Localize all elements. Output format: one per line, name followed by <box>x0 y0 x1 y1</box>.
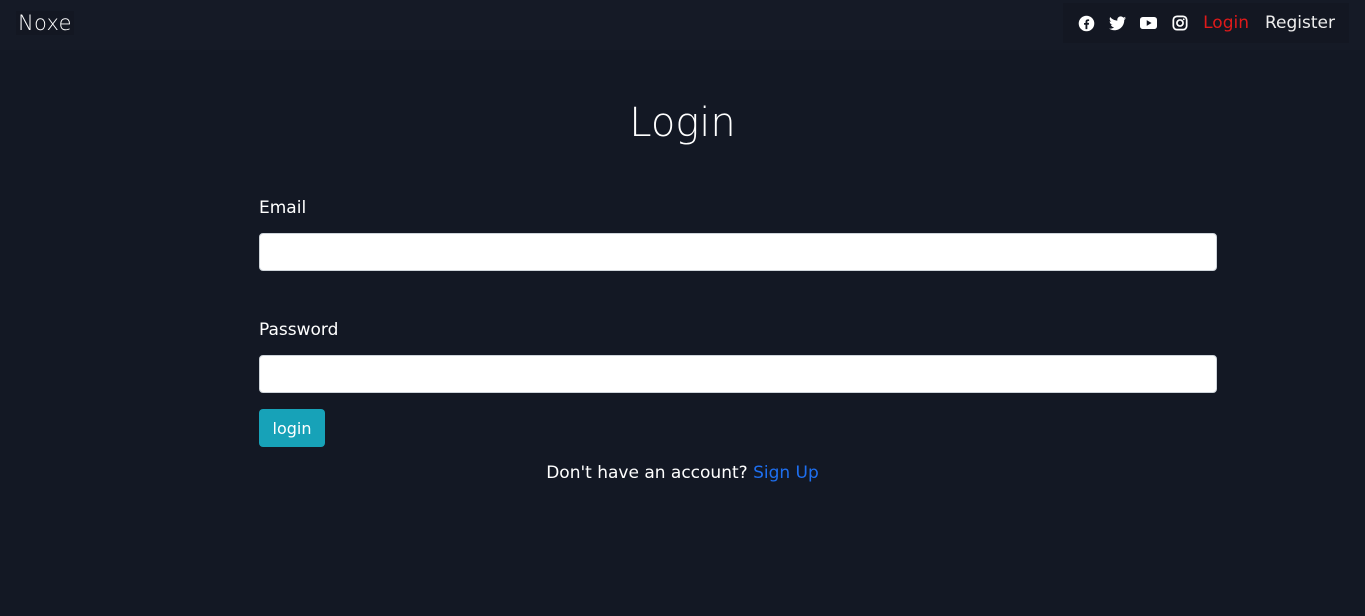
password-field[interactable] <box>259 355 1217 393</box>
instagram-icon[interactable] <box>1171 15 1188 32</box>
nav-login-link[interactable]: Login <box>1203 13 1249 33</box>
password-label: Password <box>259 320 339 340</box>
twitter-icon[interactable] <box>1109 15 1127 32</box>
youtube-icon[interactable] <box>1140 15 1158 32</box>
nav-register-link[interactable]: Register <box>1265 13 1335 33</box>
signup-prompt-text: Don't have an account? <box>546 463 748 483</box>
sign-up-link[interactable]: Sign Up <box>753 463 819 483</box>
login-button[interactable]: login <box>259 409 325 447</box>
navbar: Noxe Login Register <box>0 0 1365 50</box>
nav-right-group: Login Register <box>1063 3 1349 43</box>
facebook-icon[interactable] <box>1078 15 1095 32</box>
signup-prompt: Don't have an account? Sign Up <box>0 463 1365 483</box>
email-field[interactable] <box>259 233 1217 271</box>
brand-logo[interactable]: Noxe <box>16 11 74 35</box>
email-label: Email <box>259 198 307 218</box>
page-title: Login <box>629 100 736 146</box>
